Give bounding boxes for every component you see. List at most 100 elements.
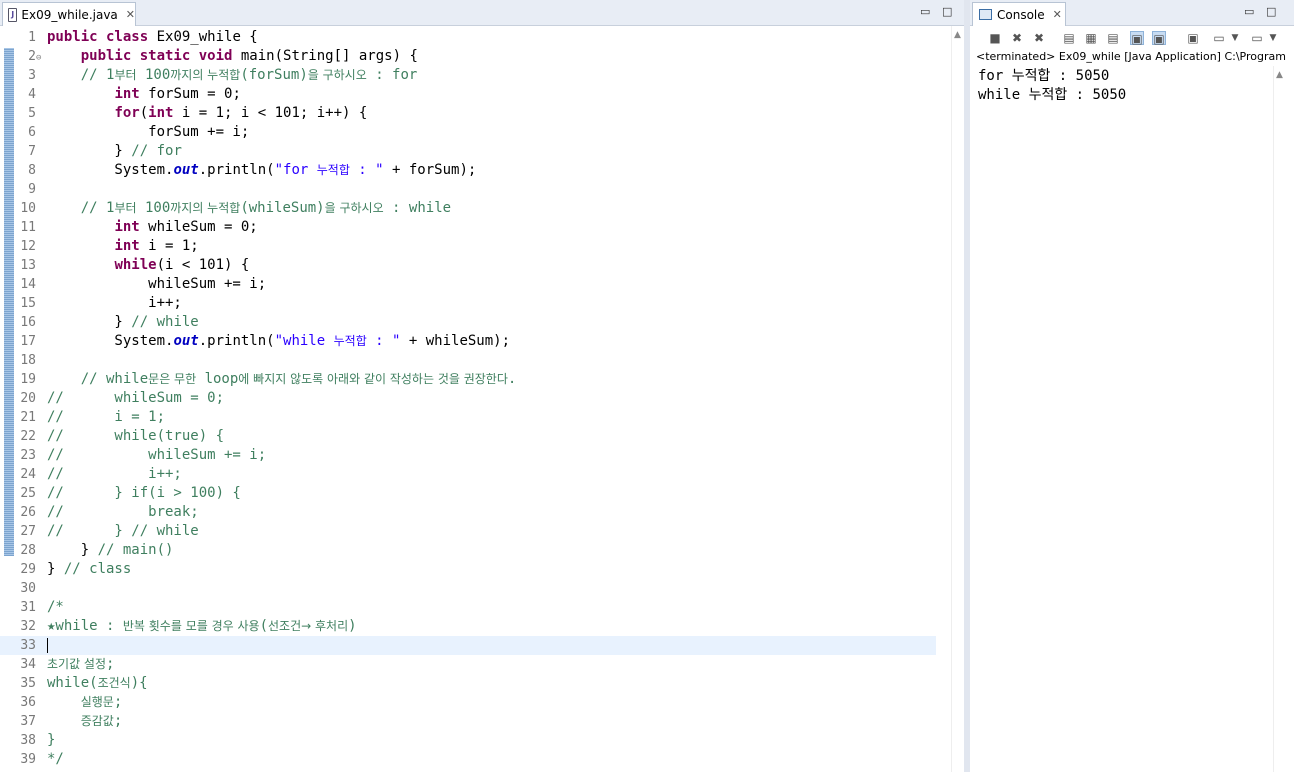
code-line[interactable]: 9 [0,180,936,199]
code-line[interactable]: 18 [0,351,936,370]
code-line[interactable]: 10 // 1부터 100까지의 누적합(whileSum)을 구하시오 : w… [0,199,936,218]
code-line[interactable]: 13 while(i < 101) { [0,256,936,275]
code-line[interactable]: 1 public class Ex09_while { [0,28,936,47]
show-on-stderr-icon[interactable]: ▣ [1152,31,1166,46]
code-line[interactable]: 23 // whileSum += i; [0,446,936,465]
code-editor[interactable]: 1 public class Ex09_while {2 ⊖ public stat… [0,26,952,772]
maximize-icon[interactable]: □ [1266,5,1276,18]
line-number: 16 [20,315,36,330]
code-text: 실행문; [80,694,123,710]
java-file-icon: J [8,7,18,22]
code-line[interactable]: 3 // 1부터 100까지의 누적합(forSum)을 구하시오 : for [0,66,936,85]
code-line[interactable]: 8 System.out.println("for 누적합 : " + forS… [0,161,936,180]
line-number: 27 [20,524,36,539]
code-line[interactable]: 15 i++; [0,294,936,313]
terminate-icon[interactable]: ■ [988,31,1002,45]
line-number: 11 [20,220,36,235]
code-text: // break; [47,504,199,520]
code-line[interactable]: 7 } // for [0,142,936,161]
code-text: // while(true) { [47,428,225,444]
code-line[interactable]: 39 */ [0,750,936,769]
code-line[interactable]: 25 // } if(i > 100) { [0,484,936,503]
code-text: */ [47,751,64,767]
code-line[interactable]: 14 whileSum += i; [0,275,936,294]
line-number: 1 [28,30,36,45]
code-line[interactable]: 28 } // main() [0,541,936,560]
line-number: 20 [20,391,36,406]
code-line[interactable]: 38} [0,731,936,750]
clear-console-icon[interactable]: ▤ [1062,31,1076,45]
tab-console[interactable]: Console ✕ [972,2,1066,26]
console-pane: Console ✕ ▭ □ ■ ✖ ✖ ▤ ▦ ▤ ▣ ▣ ▣ ▭ ▼ ▭ ▼ … [970,0,1294,772]
code-line[interactable]: 22 // while(true) { [0,427,936,446]
scroll-up-icon[interactable]: ▲ [1276,70,1283,80]
code-line[interactable]: 4 int forSum = 0; [0,85,936,104]
code-line[interactable]: 33 [0,636,936,655]
code-line[interactable]: 35 while(조건식){ [0,674,936,693]
line-number: 4 [28,87,36,102]
minimize-icon[interactable]: ▭ [920,5,930,18]
code-text: i++; [47,295,182,311]
line-number: 35 [20,676,36,691]
code-line[interactable]: 36 실행문; [0,693,936,712]
line-number: 14 [20,277,36,292]
maximize-icon[interactable]: □ [942,5,952,18]
chevron-down-icon[interactable]: ▼ [1266,31,1280,45]
console-output-line: while 누적합 : 5050 [978,87,1127,103]
code-text: // whileSum += i; [47,447,267,463]
code-line[interactable]: 20 // whileSum = 0; [0,389,936,408]
close-icon[interactable]: ✕ [126,8,135,21]
scroll-lock-icon[interactable]: ▦ [1084,31,1098,45]
editor-scrollbar[interactable]: ▲ [951,26,964,772]
code-line[interactable]: 21 // i = 1; [0,408,936,427]
code-line[interactable]: 2 ⊖ public static void main(String[] args… [0,47,936,66]
code-text: // i++; [47,466,182,482]
remove-launch-icon[interactable]: ✖ [1010,31,1024,45]
code-text: while(조건식){ [47,675,148,691]
console-toolbar: ■ ✖ ✖ ▤ ▦ ▤ ▣ ▣ ▣ ▭ ▼ ▭ ▼ [970,28,1294,50]
display-selected-console-icon[interactable]: ▭ [1212,31,1226,45]
code-line[interactable]: 32 ★while : 반복 횟수를 모를 경우 사용(선조건→ 후처리) [0,617,936,636]
tab-ex09-while[interactable]: J Ex09_while.java ✕ [2,2,136,26]
code-line[interactable]: 37 증감값; [0,712,936,731]
code-line[interactable]: 31 /* [0,598,936,617]
remove-all-icon[interactable]: ✖ [1032,31,1046,45]
code-line[interactable]: 27 // } // while [0,522,936,541]
code-line[interactable]: 26 // break; [0,503,936,522]
code-line[interactable]: 24 // i++; [0,465,936,484]
close-icon[interactable]: ✕ [1053,8,1062,21]
word-wrap-icon[interactable]: ▤ [1106,31,1120,45]
line-number: 2 [28,49,36,64]
code-line[interactable]: 29} // class [0,560,936,579]
code-text: int whileSum = 0; [114,219,258,235]
show-on-stdout-icon[interactable]: ▣ [1130,31,1144,46]
code-line[interactable]: 5 for(int i = 1; i < 101; i++) { [0,104,936,123]
pin-console-icon[interactable]: ▣ [1186,31,1200,45]
code-text: forSum += i; [47,124,250,140]
code-line[interactable]: 19 // while문은 무한 loop에 빠지지 않도록 아래와 같이 작성… [0,370,936,389]
line-number: 31 [20,600,36,615]
line-number: 32 [20,619,36,634]
code-text: System.out.println("for 누적합 : " + forSum… [47,162,477,178]
scroll-up-icon[interactable]: ▲ [954,30,961,40]
code-text: // whileSum = 0; [47,390,225,406]
line-number: 18 [20,353,36,368]
line-number: 34 [20,657,36,672]
code-line[interactable]: 11 int whileSum = 0; [0,218,936,237]
editor-tabbar: J Ex09_while.java ✕ ▭ □ [0,0,964,26]
code-line[interactable]: 6 forSum += i; [0,123,936,142]
code-text: System.out.println("while 누적합 : " + whil… [47,333,511,349]
code-line[interactable]: 30 [0,579,936,598]
code-text: 증감값; [80,713,123,729]
code-text: // } // while [47,523,199,539]
console-scrollbar[interactable]: ▲ [1273,66,1286,772]
minimize-icon[interactable]: ▭ [1244,5,1254,18]
code-line[interactable]: 12 int i = 1; [0,237,936,256]
line-number: 7 [28,144,36,159]
line-number: 22 [20,429,36,444]
code-line[interactable]: 34 초기값 설정; [0,655,936,674]
open-console-icon[interactable]: ▭ [1250,31,1264,45]
code-line[interactable]: 17 System.out.println("while 누적합 : " + w… [0,332,936,351]
code-line[interactable]: 16 } // while [0,313,936,332]
chevron-down-icon[interactable]: ▼ [1228,31,1242,45]
